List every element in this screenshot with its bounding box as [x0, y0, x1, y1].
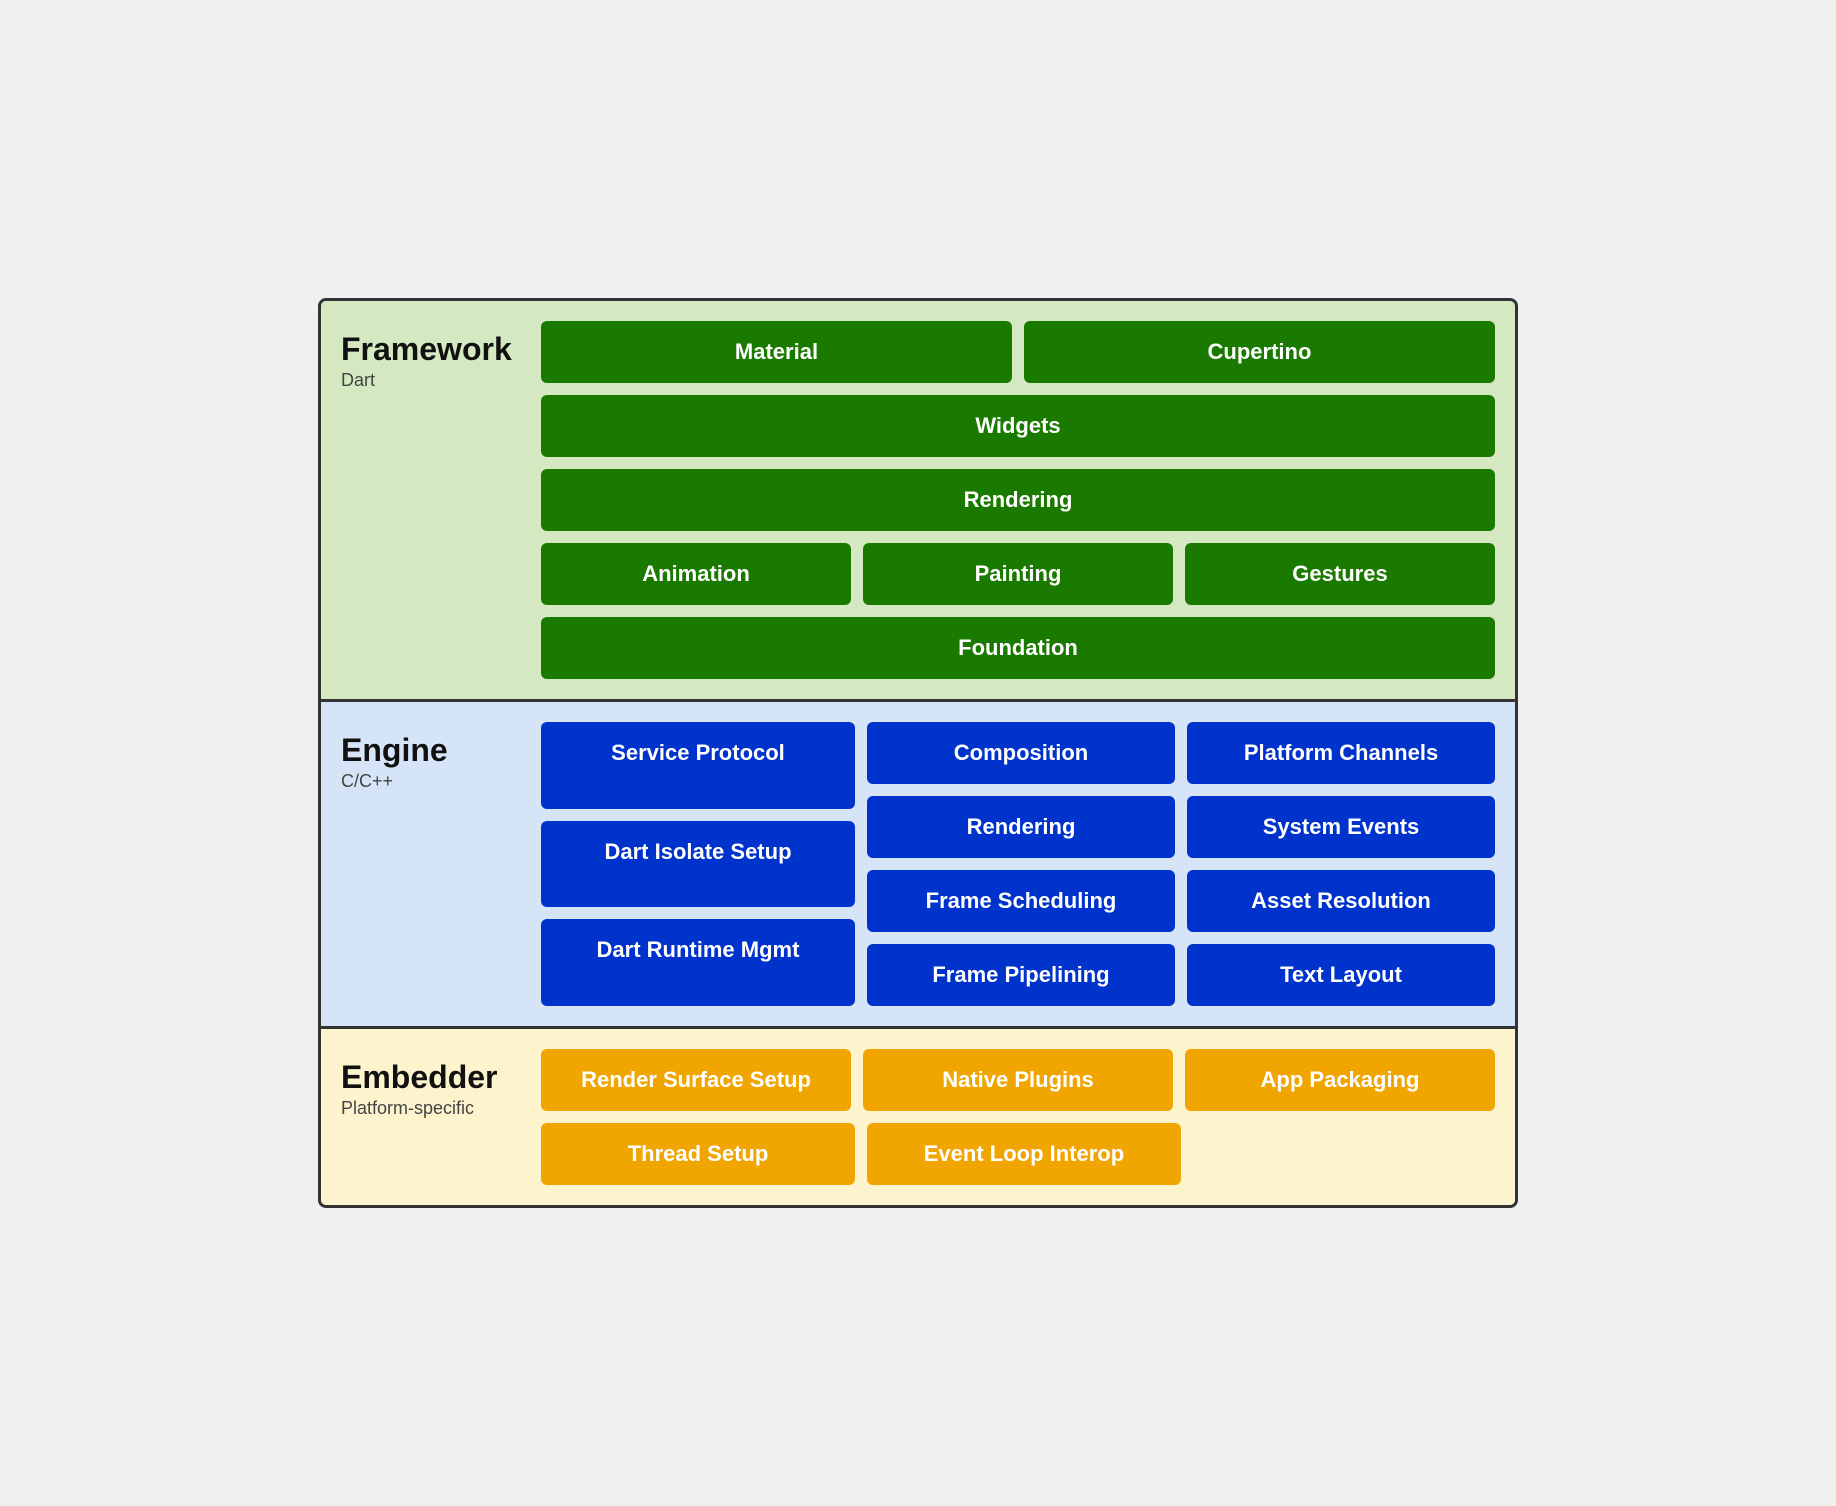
engine-content: Service Protocol Dart Isolate Setup Dart… [541, 722, 1495, 1006]
render-surface-setup-button: Render Surface Setup [541, 1049, 851, 1111]
engine-label: Engine C/C++ [341, 722, 541, 1006]
embedder-label: Embedder Platform-specific [341, 1049, 541, 1185]
engine-right-row-1: Composition Platform Channels [867, 722, 1495, 784]
frame-pipelining-button: Frame Pipelining [867, 944, 1175, 1006]
rendering-button-fw: Rendering [541, 469, 1495, 531]
embedder-section: Embedder Platform-specific Render Surfac… [321, 1029, 1515, 1205]
dart-isolate-setup-button: Dart Isolate Setup [541, 821, 855, 908]
framework-label: Framework Dart [341, 321, 541, 679]
embedder-subtitle: Platform-specific [341, 1098, 531, 1119]
service-protocol-button: Service Protocol [541, 722, 855, 809]
material-button: Material [541, 321, 1012, 383]
embedder-row-2: Thread Setup Event Loop Interop [541, 1123, 1495, 1185]
gestures-button: Gestures [1185, 543, 1495, 605]
framework-row-3: Rendering [541, 469, 1495, 531]
engine-right-cols: Composition Platform Channels Rendering … [867, 722, 1495, 1006]
rendering-engine-button: Rendering [867, 796, 1175, 858]
foundation-button: Foundation [541, 617, 1495, 679]
painting-button: Painting [863, 543, 1173, 605]
text-layout-button: Text Layout [1187, 944, 1495, 1006]
engine-section: Engine C/C++ Service Protocol Dart Isola… [321, 702, 1515, 1029]
dart-runtime-mgmt-button: Dart Runtime Mgmt [541, 919, 855, 1006]
platform-channels-button: Platform Channels [1187, 722, 1495, 784]
embedder-content: Render Surface Setup Native Plugins App … [541, 1049, 1495, 1185]
framework-row-1: Material Cupertino [541, 321, 1495, 383]
engine-right-row-2: Rendering System Events [867, 796, 1495, 858]
frame-scheduling-button: Frame Scheduling [867, 870, 1175, 932]
engine-title: Engine [341, 732, 531, 769]
framework-row-5: Foundation [541, 617, 1495, 679]
engine-right-row-4: Frame Pipelining Text Layout [867, 944, 1495, 1006]
engine-right-row-3: Frame Scheduling Asset Resolution [867, 870, 1495, 932]
embedder-row-1: Render Surface Setup Native Plugins App … [541, 1049, 1495, 1111]
native-plugins-button: Native Plugins [863, 1049, 1173, 1111]
app-packaging-button: App Packaging [1185, 1049, 1495, 1111]
asset-resolution-button: Asset Resolution [1187, 870, 1495, 932]
framework-content: Material Cupertino Widgets Rendering Ani… [541, 321, 1495, 679]
framework-section: Framework Dart Material Cupertino Widget… [321, 301, 1515, 702]
embedder-title: Embedder [341, 1059, 531, 1096]
composition-button: Composition [867, 722, 1175, 784]
framework-subtitle: Dart [341, 370, 531, 391]
flutter-architecture-diagram: Framework Dart Material Cupertino Widget… [318, 298, 1518, 1208]
event-loop-interop-button: Event Loop Interop [867, 1123, 1181, 1185]
thread-setup-button: Thread Setup [541, 1123, 855, 1185]
system-events-button: System Events [1187, 796, 1495, 858]
cupertino-button: Cupertino [1024, 321, 1495, 383]
widgets-button: Widgets [541, 395, 1495, 457]
framework-row-4: Animation Painting Gestures [541, 543, 1495, 605]
framework-row-2: Widgets [541, 395, 1495, 457]
engine-left-col: Service Protocol Dart Isolate Setup Dart… [541, 722, 855, 1006]
framework-title: Framework [341, 331, 531, 368]
animation-button: Animation [541, 543, 851, 605]
engine-subtitle: C/C++ [341, 771, 531, 792]
